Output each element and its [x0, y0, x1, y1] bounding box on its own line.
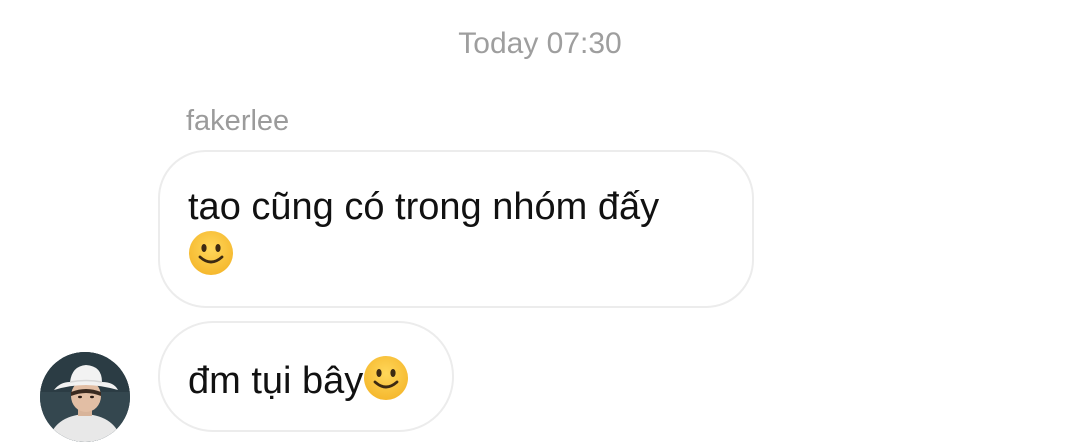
message-text: tao cũng có trong nhóm đấy	[188, 186, 660, 228]
avatar-photo	[40, 352, 130, 442]
message-bubble[interactable]: tao cũng có trong nhóm đấy	[158, 150, 754, 308]
slightly-smiling-face-icon	[363, 355, 409, 401]
slightly-smiling-face-icon	[188, 230, 234, 276]
message-text: đm tụi bây	[188, 360, 364, 402]
message-timestamp: Today 07:30	[458, 27, 622, 60]
message-bubble[interactable]: đm tụi bây	[158, 321, 454, 432]
avatar[interactable]	[40, 352, 130, 442]
chat-thread: Today 07:30 fakerlee tao cũng có trong n…	[0, 0, 1080, 444]
sender-name[interactable]: fakerlee	[186, 104, 289, 138]
